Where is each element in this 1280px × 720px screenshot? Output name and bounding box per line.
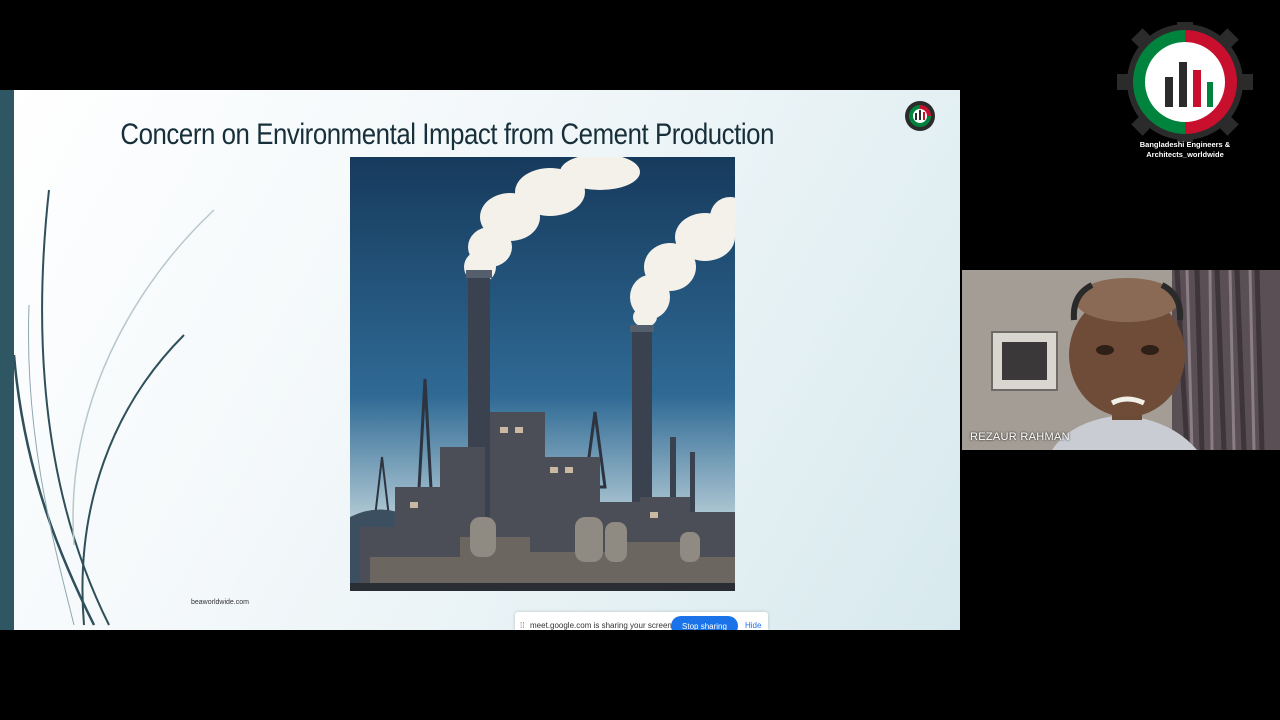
slide-brand-logo [905, 101, 935, 131]
channel-brand-logo [1117, 22, 1253, 142]
participant-name-label: REZAUR RAHMAN [970, 431, 1070, 443]
decorative-swirl [14, 189, 215, 626]
screen-share-bar: ⁞⁞ meet.google.com is sharing your scree… [515, 612, 768, 630]
brand-caption-line1: Bangladeshi Engineers & [1139, 140, 1231, 149]
share-status-message: meet.google.com is sharing your screen. [530, 621, 675, 630]
brand-caption-line2: Architects_worldwide [1146, 150, 1224, 159]
hide-button[interactable]: Hide [745, 621, 761, 630]
drag-handle-icon[interactable]: ⁞⁞ [520, 621, 524, 630]
participant-video-tile[interactable]: REZAUR RAHMAN [962, 270, 1280, 450]
factory-image [350, 157, 735, 591]
participant-video-feed [962, 270, 1280, 450]
stop-sharing-button[interactable]: Stop sharing [671, 616, 738, 630]
slide-title: Concern on Environmental Impact from Cem… [120, 118, 775, 151]
slide-left-band [0, 90, 14, 630]
channel-brand-caption: Bangladeshi Engineers & Architects_world… [1115, 140, 1255, 160]
shared-slide: Concern on Environmental Impact from Cem… [0, 90, 960, 630]
slide-footer-url: beaworldwide.com [191, 599, 249, 606]
